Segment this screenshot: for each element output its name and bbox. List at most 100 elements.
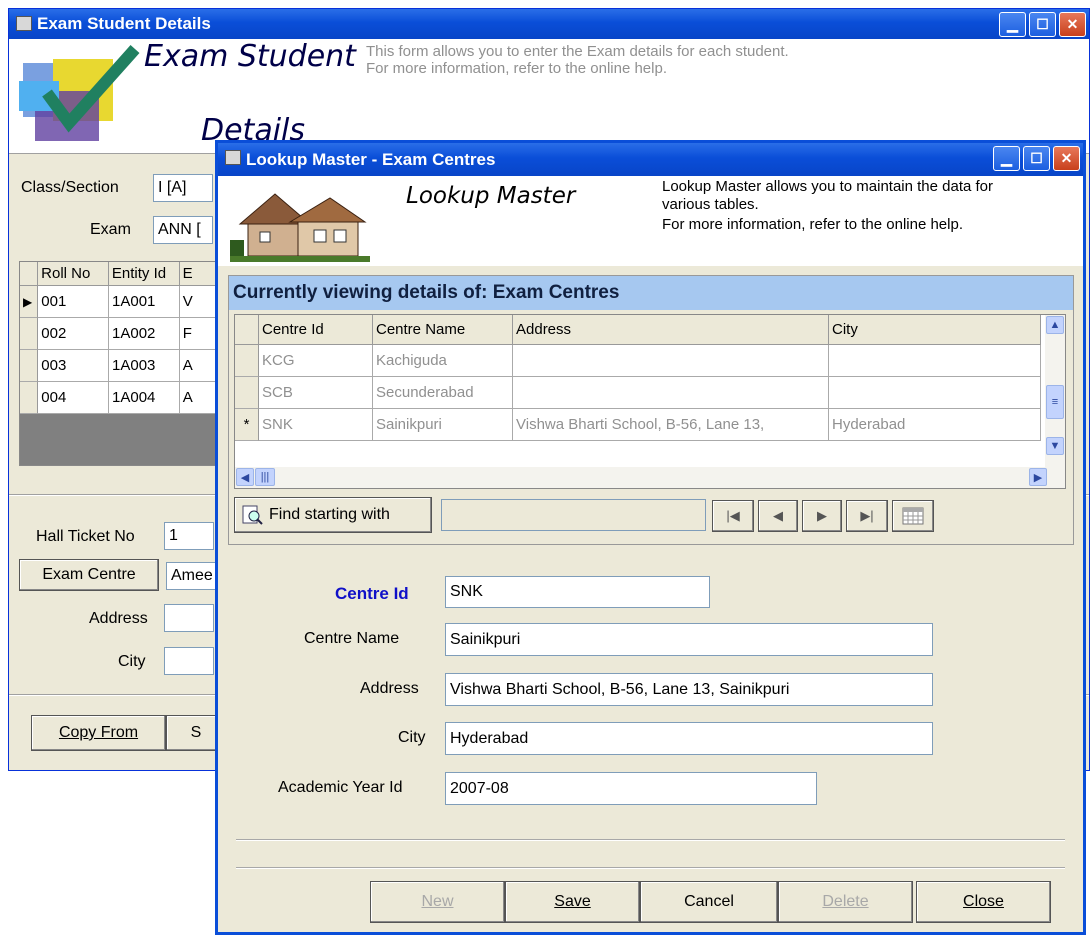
table-row[interactable]: * SNK Sainikpuri Vishwa Bharti School, B…: [235, 409, 1065, 441]
cell-entity[interactable]: 1A001: [109, 286, 180, 318]
cell-city[interactable]: [829, 377, 1041, 409]
house-logo-icon: [230, 193, 370, 262]
centre-id-field[interactable]: SNK: [445, 576, 710, 608]
nav-prev-button[interactable]: ◀: [758, 500, 798, 532]
minimize-button[interactable]: ▁: [993, 146, 1020, 171]
class-section-label: Class/Section: [21, 179, 119, 196]
lookup-title: Lookup Master - Exam Centres: [246, 149, 496, 169]
row-marker[interactable]: [20, 318, 39, 350]
cell-roll[interactable]: 002: [38, 318, 109, 350]
cell-roll[interactable]: 001: [38, 286, 109, 318]
grid-panel: Currently viewing details of: Exam Centr…: [228, 275, 1074, 545]
close-form-button[interactable]: Close: [916, 881, 1051, 923]
cell-roll[interactable]: 004: [38, 382, 109, 414]
header-entity-id[interactable]: Entity Id: [108, 262, 180, 286]
vertical-scrollbar[interactable]: ▲ ≡ ▼: [1045, 315, 1065, 469]
maximize-button[interactable]: ☐: [1023, 146, 1050, 171]
table-row[interactable]: KCG Kachiguda: [235, 345, 1065, 377]
cell-entity[interactable]: 1A002: [109, 318, 180, 350]
hall-ticket-field[interactable]: 1: [164, 522, 214, 550]
table-row[interactable]: 002 1A002 F: [20, 318, 218, 350]
cell-id[interactable]: KCG: [259, 345, 373, 377]
cell-e[interactable]: V: [179, 286, 218, 318]
header-centre-name[interactable]: Centre Name: [373, 315, 513, 345]
lookup-titlebar[interactable]: Lookup Master - Exam Centres ▁ ☐ ✕: [218, 143, 1083, 176]
cell-address[interactable]: [513, 377, 829, 409]
delete-button[interactable]: Delete: [778, 881, 913, 923]
cancel-button[interactable]: Cancel: [640, 881, 778, 923]
scroll-right-icon[interactable]: ▶: [1029, 468, 1047, 486]
cell-city[interactable]: [829, 345, 1041, 377]
scroll-thumb[interactable]: ≡: [1046, 385, 1064, 419]
scroll-down-icon[interactable]: ▼: [1046, 437, 1064, 455]
cell-name[interactable]: Kachiguda: [373, 345, 513, 377]
table-row[interactable]: 003 1A003 A: [20, 350, 218, 382]
cell-roll[interactable]: 003: [38, 350, 109, 382]
cell-address[interactable]: Vishwa Bharti School, B-56, Lane 13,: [513, 409, 829, 441]
student-grid[interactable]: Roll No Entity Id E ▶ 001 1A001 V 002 1A…: [19, 261, 219, 466]
centre-name-field[interactable]: Sainikpuri: [445, 623, 933, 656]
cell-e[interactable]: A: [179, 382, 218, 414]
scroll-left-icon[interactable]: ◀: [236, 468, 254, 486]
close-button[interactable]: ✕: [1059, 12, 1086, 37]
header-address[interactable]: Address: [513, 315, 829, 345]
cell-entity[interactable]: 1A003: [109, 350, 180, 382]
save-button[interactable]: Save: [505, 881, 640, 923]
cell-id[interactable]: SNK: [259, 409, 373, 441]
back-window-titlebar[interactable]: Exam Student Details ▁ ☐ ✕: [9, 9, 1089, 39]
centres-grid[interactable]: Centre Id Centre Name Address City KCG K…: [234, 314, 1066, 489]
maximize-button[interactable]: ☐: [1029, 12, 1056, 37]
header-city[interactable]: City: [829, 315, 1041, 345]
new-label: New: [421, 893, 454, 910]
table-row[interactable]: SCB Secunderabad: [235, 377, 1065, 409]
row-marker[interactable]: [20, 350, 39, 382]
row-marker[interactable]: [235, 377, 259, 409]
exam-centre-field[interactable]: Amee: [166, 562, 216, 590]
row-marker[interactable]: [20, 382, 39, 414]
find-input[interactable]: [441, 499, 706, 531]
exam-centre-button[interactable]: Exam Centre: [19, 559, 159, 591]
class-section-field[interactable]: I [A]: [153, 174, 213, 202]
nav-last-button[interactable]: ▶|: [846, 500, 888, 532]
row-marker[interactable]: *: [235, 409, 259, 441]
cell-name[interactable]: Secunderabad: [373, 377, 513, 409]
header-centre-id[interactable]: Centre Id: [259, 315, 373, 345]
nav-next-button[interactable]: ▶: [802, 500, 842, 532]
cell-e[interactable]: A: [179, 350, 218, 382]
cell-city[interactable]: Hyderabad: [829, 409, 1041, 441]
row-marker[interactable]: [235, 345, 259, 377]
row-marker[interactable]: ▶: [20, 286, 39, 318]
close-button[interactable]: ✕: [1053, 146, 1080, 171]
row-selector-header: [235, 315, 259, 345]
new-button[interactable]: New: [370, 881, 505, 923]
copy-from-button[interactable]: Copy From: [31, 715, 166, 751]
banner: Exam Student Details This form allows yo…: [9, 39, 1089, 154]
city-field[interactable]: [164, 647, 214, 675]
exam-check-logo-icon: [19, 45, 140, 141]
cell-e[interactable]: F: [179, 318, 218, 350]
horizontal-scrollbar[interactable]: ◀ ||| ▶: [235, 467, 1065, 488]
cell-id[interactable]: SCB: [259, 377, 373, 409]
lookup-desc-line3: For more information, refer to the onlin…: [662, 216, 963, 233]
exam-field[interactable]: ANN [: [153, 216, 213, 244]
address-field[interactable]: Vishwa Bharti School, B-56, Lane 13, Sai…: [445, 673, 933, 706]
cell-address[interactable]: [513, 345, 829, 377]
table-row[interactable]: ▶ 001 1A001 V: [20, 286, 218, 318]
scroll-up-icon[interactable]: ▲: [1046, 316, 1064, 334]
city-field[interactable]: Hyderabad: [445, 722, 933, 755]
h-scroll-thumb[interactable]: |||: [255, 468, 275, 486]
table-row[interactable]: 004 1A004 A: [20, 382, 218, 414]
academic-year-field[interactable]: 2007-08: [445, 772, 817, 805]
header-e[interactable]: E: [179, 262, 218, 286]
find-starting-with-button[interactable]: Find starting with: [234, 497, 432, 533]
address-field[interactable]: [164, 604, 214, 632]
header-roll-no[interactable]: Roll No: [38, 262, 109, 286]
find-icon: [242, 505, 263, 525]
find-button-label: Find starting with: [269, 506, 390, 523]
calendar-button[interactable]: [892, 500, 934, 532]
cell-entity[interactable]: 1A004: [109, 382, 180, 414]
city-label: City: [118, 653, 146, 670]
nav-first-button[interactable]: |◀: [712, 500, 754, 532]
minimize-button[interactable]: ▁: [999, 12, 1026, 37]
cell-name[interactable]: Sainikpuri: [373, 409, 513, 441]
